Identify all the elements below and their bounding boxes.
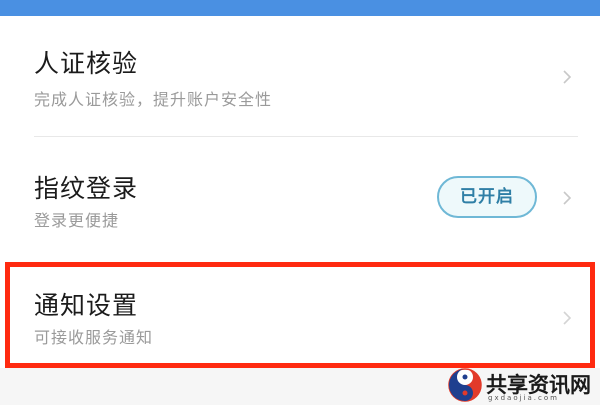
settings-item-subtitle: 完成人证核验，提升账户安全性 <box>34 90 273 109</box>
fingerprint-status-badge[interactable]: 已开启 <box>437 176 537 218</box>
red-highlight-box <box>5 262 595 368</box>
settings-item-identity-verification[interactable]: 人证核验 完成人证核验，提升账户安全性 <box>0 16 600 136</box>
top-header-bar <box>0 0 600 16</box>
watermark-url: gxdaojia.com <box>488 394 559 402</box>
chevron-right-icon <box>560 70 574 84</box>
site-watermark: 共享资讯网 gxdaojia.com <box>440 366 600 405</box>
settings-item-title: 指纹登录 <box>34 174 139 203</box>
settings-item-title: 人证核验 <box>34 49 139 78</box>
yin-yang-logo-icon <box>448 368 482 402</box>
settings-item-subtitle: 登录更便捷 <box>34 211 120 230</box>
chevron-right-icon <box>560 191 574 205</box>
settings-screen: 人证核验 完成人证核验，提升账户安全性 指纹登录 登录更便捷 已开启 通知设置 … <box>0 0 600 405</box>
